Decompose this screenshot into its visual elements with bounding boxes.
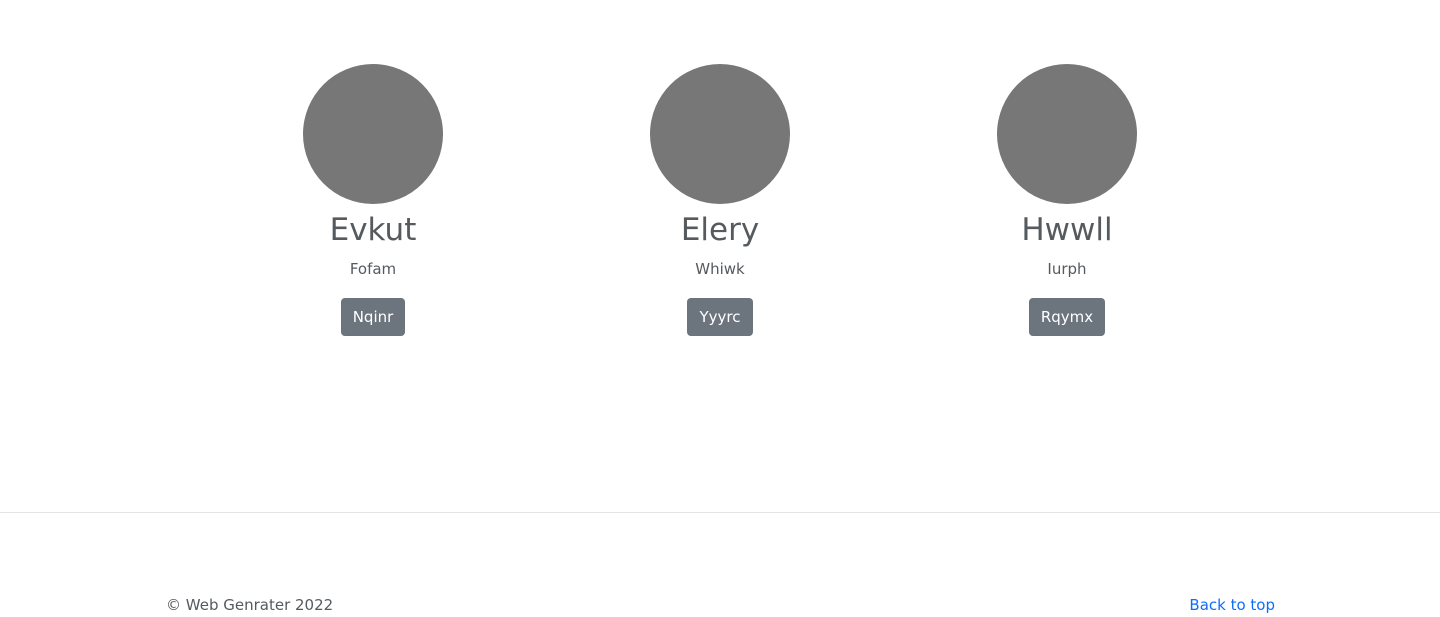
back-to-top-link[interactable]: Back to top bbox=[1189, 595, 1275, 615]
member-button[interactable]: Yyyrc bbox=[687, 298, 753, 336]
member-subtitle: Fofam bbox=[349, 260, 397, 278]
team-member-card: Hwwll Iurph Rqymx bbox=[927, 64, 1207, 336]
avatar-placeholder bbox=[303, 64, 443, 204]
team-member-card: Elery Whiwk Yyyrc bbox=[580, 64, 860, 336]
member-subtitle: Iurph bbox=[1047, 260, 1087, 278]
member-subtitle: Whiwk bbox=[695, 260, 745, 278]
member-name: Elery bbox=[680, 212, 760, 248]
member-name: Hwwll bbox=[1021, 212, 1113, 248]
avatar-placeholder bbox=[650, 64, 790, 204]
member-button[interactable]: Rqymx bbox=[1028, 298, 1106, 336]
page: Evkut Fofam Nqinr Elery Whiwk Yyyrc Hwwl… bbox=[0, 0, 1440, 617]
team-member-card: Evkut Fofam Nqinr bbox=[233, 64, 513, 336]
member-button[interactable]: Nqinr bbox=[340, 298, 406, 336]
avatar-placeholder bbox=[997, 64, 1137, 204]
member-name: Evkut bbox=[329, 212, 417, 248]
footer-divider bbox=[0, 512, 1440, 513]
copyright-text: © Web Genrater 2022 bbox=[166, 596, 334, 614]
